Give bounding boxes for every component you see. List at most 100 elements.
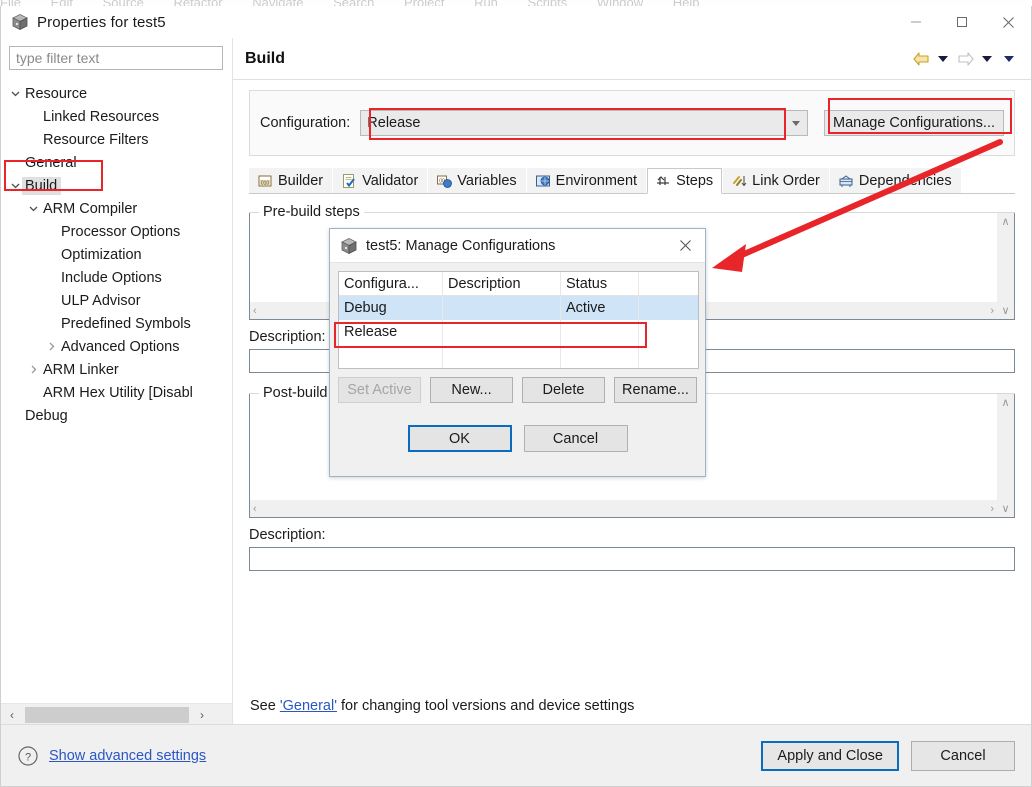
scroll-up-icon[interactable]: ∧: [1001, 396, 1009, 409]
dialog-ok-button[interactable]: OK: [407, 425, 512, 452]
tab-validator[interactable]: Validator: [333, 168, 428, 193]
config-status-cell: Active: [561, 296, 639, 320]
maximize-button[interactable]: [939, 6, 985, 38]
configuration-value[interactable]: Release: [360, 110, 784, 136]
config-filler-cell: [639, 320, 698, 344]
minimize-button[interactable]: [893, 6, 939, 38]
tab-link-order[interactable]: Link Order: [723, 168, 829, 193]
postbuild-horizontal-scrollbar[interactable]: ‹ ›: [250, 500, 997, 517]
sidebar-item-label: Build: [22, 176, 62, 195]
configuration-combo[interactable]: Release: [360, 110, 808, 136]
back-arrow-icon[interactable]: [911, 48, 931, 70]
filter-input[interactable]: type filter text: [9, 46, 223, 70]
sidebar-item-advanced-options[interactable]: Advanced Options: [1, 335, 232, 358]
manage-configurations-button[interactable]: Manage Configurations...: [823, 110, 1004, 136]
sidebar-item-build[interactable]: Build: [1, 174, 232, 197]
dependencies-icon: [838, 173, 854, 189]
scroll-right-icon[interactable]: ›: [990, 305, 994, 317]
forward-arrow-icon[interactable]: [955, 48, 975, 70]
sidebar-item-label: Linked Resources: [43, 108, 160, 125]
column-header[interactable]: Status: [561, 272, 639, 295]
sidebar-item-label: ARM Compiler: [43, 200, 138, 217]
forward-menu-chevron-down-icon[interactable]: [977, 48, 997, 70]
sidebar-item-processor-options[interactable]: Processor Options: [1, 220, 232, 243]
tab-environment[interactable]: Environment: [526, 168, 647, 193]
tab-label: Environment: [555, 173, 638, 189]
dialog-footer-buttons: OK Cancel: [338, 425, 697, 452]
column-header[interactable]: Configura...: [339, 272, 443, 295]
postbuild-vertical-scrollbar[interactable]: ∧ ∨: [997, 394, 1014, 517]
postbuild-description-input[interactable]: [249, 547, 1015, 571]
chevron-down-icon[interactable]: [783, 110, 808, 136]
tab-label: Builder: [278, 173, 324, 189]
tab-label: Link Order: [752, 173, 820, 189]
new-button[interactable]: New...: [430, 377, 513, 403]
close-button[interactable]: [985, 6, 1031, 38]
chevron-right-icon[interactable]: [43, 341, 60, 352]
build-tabs[interactable]: 010 Builder Validator 00 Variables Environmen…: [249, 168, 1015, 194]
scroll-left-icon[interactable]: ‹: [253, 305, 257, 317]
configuration-group: Configuration: Release Manage Configurat…: [249, 90, 1015, 156]
general-link[interactable]: 'General': [280, 698, 337, 714]
sidebar-item-label: ARM Linker: [43, 361, 119, 378]
sidebar-item-arm-linker[interactable]: ARM Linker: [1, 358, 232, 381]
back-menu-chevron-down-icon[interactable]: [933, 48, 953, 70]
scroll-down-icon[interactable]: ∨: [1001, 304, 1009, 317]
dialog-title-bar: test5: Manage Configurations: [330, 229, 705, 263]
sidebar-item-include-options[interactable]: Include Options: [1, 266, 232, 289]
config-name-cell: Release: [339, 320, 443, 344]
settings-sidebar: type filter text Resource Linked Resource…: [1, 38, 233, 725]
tab-dependencies[interactable]: Dependencies: [829, 168, 961, 193]
environment-icon: [535, 173, 551, 189]
tab-builder[interactable]: 010 Builder: [249, 168, 333, 193]
tab-steps[interactable]: Steps: [647, 168, 723, 194]
empty-cell: [443, 344, 561, 368]
column-header[interactable]: Description: [443, 272, 561, 295]
dialog-body: Configura... Description Status Debug Active…: [330, 263, 705, 452]
scroll-left-icon[interactable]: ‹: [1, 704, 23, 726]
sidebar-item-linked-resources[interactable]: Linked Resources: [1, 105, 232, 128]
svg-text:010: 010: [261, 181, 270, 187]
manage-configurations-dialog: test5: Manage Configurations Configura..…: [329, 228, 706, 477]
sidebar-item-predefined-symbols[interactable]: Predefined Symbols: [1, 312, 232, 335]
dialog-cancel-button[interactable]: Cancel: [523, 425, 628, 452]
scroll-right-icon[interactable]: ›: [990, 503, 994, 515]
table-row[interactable]: Release: [339, 320, 698, 344]
sidebar-item-optimization[interactable]: Optimization: [1, 243, 232, 266]
chevron-down-icon[interactable]: [25, 203, 42, 214]
general-note: See 'General' for changing tool versions…: [250, 698, 634, 714]
tab-variables[interactable]: 00 Variables: [428, 168, 526, 193]
chevron-down-icon[interactable]: [7, 88, 24, 99]
sidebar-item-arm-hex-utility-disabl[interactable]: ARM Hex Utility [Disabl: [1, 381, 232, 404]
help-question-icon[interactable]: ?: [17, 745, 39, 767]
prebuild-vertical-scrollbar[interactable]: ∧ ∨: [997, 213, 1014, 319]
sidebar-item-label: ARM Hex Utility [Disabl: [43, 384, 193, 401]
sidebar-horizontal-scrollbar[interactable]: ‹ ›: [1, 703, 232, 725]
chevron-right-icon[interactable]: [25, 364, 42, 375]
rename-button[interactable]: Rename...: [614, 377, 697, 403]
note-prefix: See: [250, 698, 280, 714]
settings-tree[interactable]: Resource Linked Resources Resource Filters…: [1, 78, 232, 697]
sidebar-item-ulp-advisor[interactable]: ULP Advisor: [1, 289, 232, 312]
scroll-left-icon[interactable]: ‹: [253, 503, 257, 515]
configurations-table[interactable]: Configura... Description Status Debug Active…: [338, 271, 699, 369]
filter-placeholder-text: type filter text: [16, 50, 100, 66]
apply-and-close-button[interactable]: Apply and Close: [761, 740, 899, 771]
delete-button[interactable]: Delete: [522, 377, 605, 403]
scroll-up-icon[interactable]: ∧: [1001, 215, 1009, 228]
table-row[interactable]: Debug Active: [339, 296, 698, 320]
tab-label: Dependencies: [858, 173, 952, 189]
variables-icon: 00: [436, 173, 453, 189]
scrollbar-thumb[interactable]: [25, 706, 189, 723]
view-menu-chevron-down-icon[interactable]: [999, 48, 1019, 70]
sidebar-item-resource-filters[interactable]: Resource Filters: [1, 128, 232, 151]
sidebar-item-resource[interactable]: Resource: [1, 82, 232, 105]
scroll-down-icon[interactable]: ∨: [1001, 502, 1009, 515]
cancel-button[interactable]: Cancel: [911, 740, 1015, 771]
sidebar-item-general[interactable]: General: [1, 151, 232, 174]
sidebar-item-arm-compiler[interactable]: ARM Compiler: [1, 197, 232, 220]
sidebar-item-debug[interactable]: Debug: [1, 404, 232, 427]
scroll-right-icon[interactable]: ›: [191, 704, 213, 726]
close-icon[interactable]: [665, 229, 705, 263]
show-advanced-settings-link[interactable]: Show advanced settings: [49, 748, 206, 764]
